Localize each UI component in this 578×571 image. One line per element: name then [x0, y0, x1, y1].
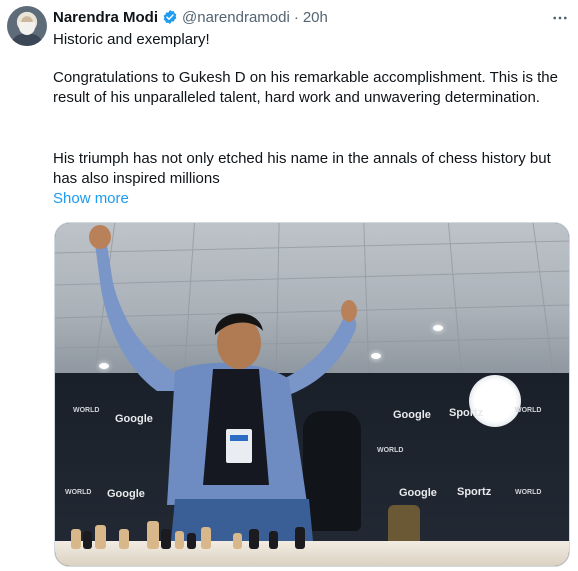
sponsor-logo: Google: [393, 409, 431, 421]
avatar-coat: [11, 34, 43, 46]
ceiling-light: [433, 325, 443, 331]
sponsor-logo: Google: [399, 487, 437, 499]
avatar[interactable]: [7, 6, 47, 46]
sponsor-logo: Sportz: [457, 486, 492, 498]
tweet-paragraph: His triumph has not only etched his name…: [53, 150, 551, 187]
verified-badge-icon: [162, 9, 178, 25]
tweet-paragraph: Congratulations to Gukesh D on his remar…: [53, 69, 558, 106]
author-name[interactable]: Narendra Modi: [53, 9, 158, 26]
tweet: Narendra Modi @narendramodi · 20h Histor…: [0, 0, 578, 571]
header-separator: ·: [293, 8, 299, 26]
author-handle[interactable]: @narendramodi: [182, 9, 290, 26]
event-label: WORLD: [515, 489, 542, 496]
studio-lamp: [469, 375, 521, 427]
tweet-timestamp[interactable]: 20h: [303, 9, 328, 26]
chess-pieces: [71, 521, 305, 549]
more-options-icon[interactable]: [547, 8, 573, 28]
tweet-photo[interactable]: Google Google Google Google Sportz Sport…: [54, 222, 570, 567]
avatar-beard: [19, 22, 35, 35]
show-more-link[interactable]: Show more: [53, 189, 129, 209]
event-label: WORLD: [515, 407, 542, 414]
tweet-paragraph: Historic and exemplary!: [53, 31, 210, 48]
sponsor-logo: Sportz: [449, 407, 484, 419]
tweet-header: Narendra Modi @narendramodi · 20h: [53, 6, 328, 28]
player-figure: [89, 225, 357, 541]
